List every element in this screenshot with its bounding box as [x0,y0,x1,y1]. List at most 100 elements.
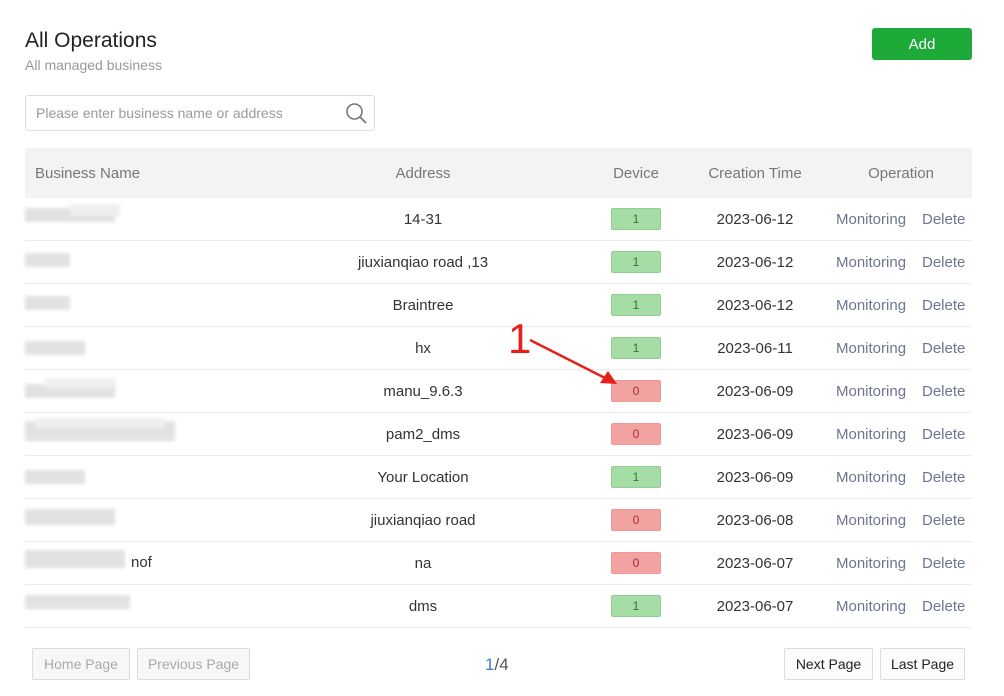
address-cell: na [414,554,432,572]
annotation-number: 1 [508,315,532,362]
page-subtitle: All managed business [25,57,162,73]
table-row: Braintree 1 2023-06-12 Monitoring Delete [25,284,972,327]
creation-time-cell: 2023-06-12 [716,296,794,314]
table-row: nof na 0 2023-06-07 Monitoring Delete [25,542,972,585]
column-header-business-name: Business Name [35,164,141,182]
address-cell: dms [408,597,438,615]
monitoring-link[interactable]: Monitoring [836,211,906,228]
next-page-button[interactable]: Next Page [784,648,873,680]
address-cell: Braintree [392,296,454,314]
business-name-cell [25,198,225,241]
monitoring-link[interactable]: Monitoring [836,254,906,271]
search-icon[interactable] [338,96,374,130]
monitoring-link[interactable]: Monitoring [836,469,906,486]
device-count-badge: 0 [611,380,661,402]
monitoring-link[interactable]: Monitoring [836,426,906,443]
device-count-badge: 0 [611,509,661,531]
device-count-badge: 1 [611,208,661,230]
business-name-cell [25,284,225,327]
last-page-button[interactable]: Last Page [880,648,965,680]
monitoring-link[interactable]: Monitoring [836,512,906,529]
creation-time-cell: 2023-06-09 [716,425,794,443]
business-name-cell: nof [25,542,225,585]
address-cell: jiuxianqiao road [370,511,476,529]
business-name-text: nof [131,554,152,571]
delete-link[interactable]: Delete [922,297,965,314]
monitoring-link[interactable]: Monitoring [836,383,906,400]
total-pages: /4 [494,655,509,674]
table-row: Your Location 1 2023-06-09 Monitoring Delete [25,456,972,499]
column-header-operation: Operation [868,164,934,182]
table-row: hx 1 2023-06-11 Monitoring Delete [25,327,972,370]
creation-time-cell: 2023-06-07 [716,554,794,572]
address-cell: manu_9.6.3 [383,382,463,400]
creation-time-cell: 2023-06-09 [716,382,794,400]
business-name-cell [25,327,225,370]
column-header-creation-time: Creation Time [708,164,802,182]
table-row: dms 1 2023-06-07 Monitoring Delete [25,585,972,628]
column-header-address: Address [395,164,451,182]
table-row: manu_9.6.3 0 2023-06-09 Monitoring Delete [25,370,972,413]
delete-link[interactable]: Delete [922,598,965,615]
redacted-name-block [25,253,70,267]
page-indicator: 1/4 [485,655,509,675]
business-name-cell [25,413,225,456]
device-count-badge: 0 [611,423,661,445]
delete-link[interactable]: Delete [922,426,965,443]
monitoring-link[interactable]: Monitoring [836,598,906,615]
device-count-badge: 1 [611,251,661,273]
address-cell: Your Location [377,468,469,486]
business-name-cell [25,499,225,542]
search-input[interactable] [26,96,338,130]
delete-link[interactable]: Delete [922,512,965,529]
delete-link[interactable]: Delete [922,211,965,228]
delete-link[interactable]: Delete [922,254,965,271]
page-title: All Operations [25,29,157,52]
table-row: jiuxianqiao road ,13 1 2023-06-12 Monitorin… [25,241,972,284]
table-row: jiuxianqiao road 0 2023-06-08 Monitoring Del… [25,499,972,542]
monitoring-link[interactable]: Monitoring [836,555,906,572]
business-name-cell [25,585,225,628]
business-name-cell [25,456,225,499]
redacted-name-block [25,470,85,484]
redacted-name-block [70,204,120,216]
redacted-name-block [45,378,115,388]
redacted-name-block [25,341,85,355]
delete-link[interactable]: Delete [922,383,965,400]
home-page-button[interactable]: Home Page [32,648,130,680]
search-box [25,95,375,131]
redacted-name-block [25,296,70,310]
redacted-name-block [35,418,165,428]
device-count-badge: 0 [611,552,661,574]
table-row: 14-31 1 2023-06-12 Monitoring Delete [25,198,972,241]
redacted-name-block [25,509,115,525]
business-name-cell [25,370,225,413]
operations-table: Business Name Address Device Creation Ti… [25,148,972,628]
creation-time-cell: 2023-06-12 [716,210,794,228]
creation-time-cell: 2023-06-07 [716,597,794,615]
column-header-device: Device [613,164,659,182]
device-count-badge: 1 [611,466,661,488]
address-cell: 14-31 [403,210,443,228]
device-count-badge: 1 [611,294,661,316]
monitoring-link[interactable]: Monitoring [836,297,906,314]
redacted-name-block [25,550,125,568]
business-name-cell [25,241,225,284]
address-cell: pam2_dms [385,425,461,443]
redacted-name-block [25,595,130,609]
creation-time-cell: 2023-06-11 [717,339,793,357]
previous-page-button[interactable]: Previous Page [137,648,250,680]
table-body: 14-31 1 2023-06-12 Monitoring Delete jiuxianq… [25,198,972,628]
delete-link[interactable]: Delete [922,555,965,572]
add-button[interactable]: Add [872,28,972,60]
monitoring-link[interactable]: Monitoring [836,340,906,357]
device-count-badge: 1 [611,595,661,617]
device-count-badge: 1 [611,337,661,359]
creation-time-cell: 2023-06-12 [716,253,794,271]
table-header: Business Name Address Device Creation Ti… [25,148,972,198]
delete-link[interactable]: Delete [922,340,965,357]
creation-time-cell: 2023-06-09 [716,468,794,486]
table-row: pam2_dms 0 2023-06-09 Monitoring Delete [25,413,972,456]
delete-link[interactable]: Delete [922,469,965,486]
creation-time-cell: 2023-06-08 [716,511,794,529]
